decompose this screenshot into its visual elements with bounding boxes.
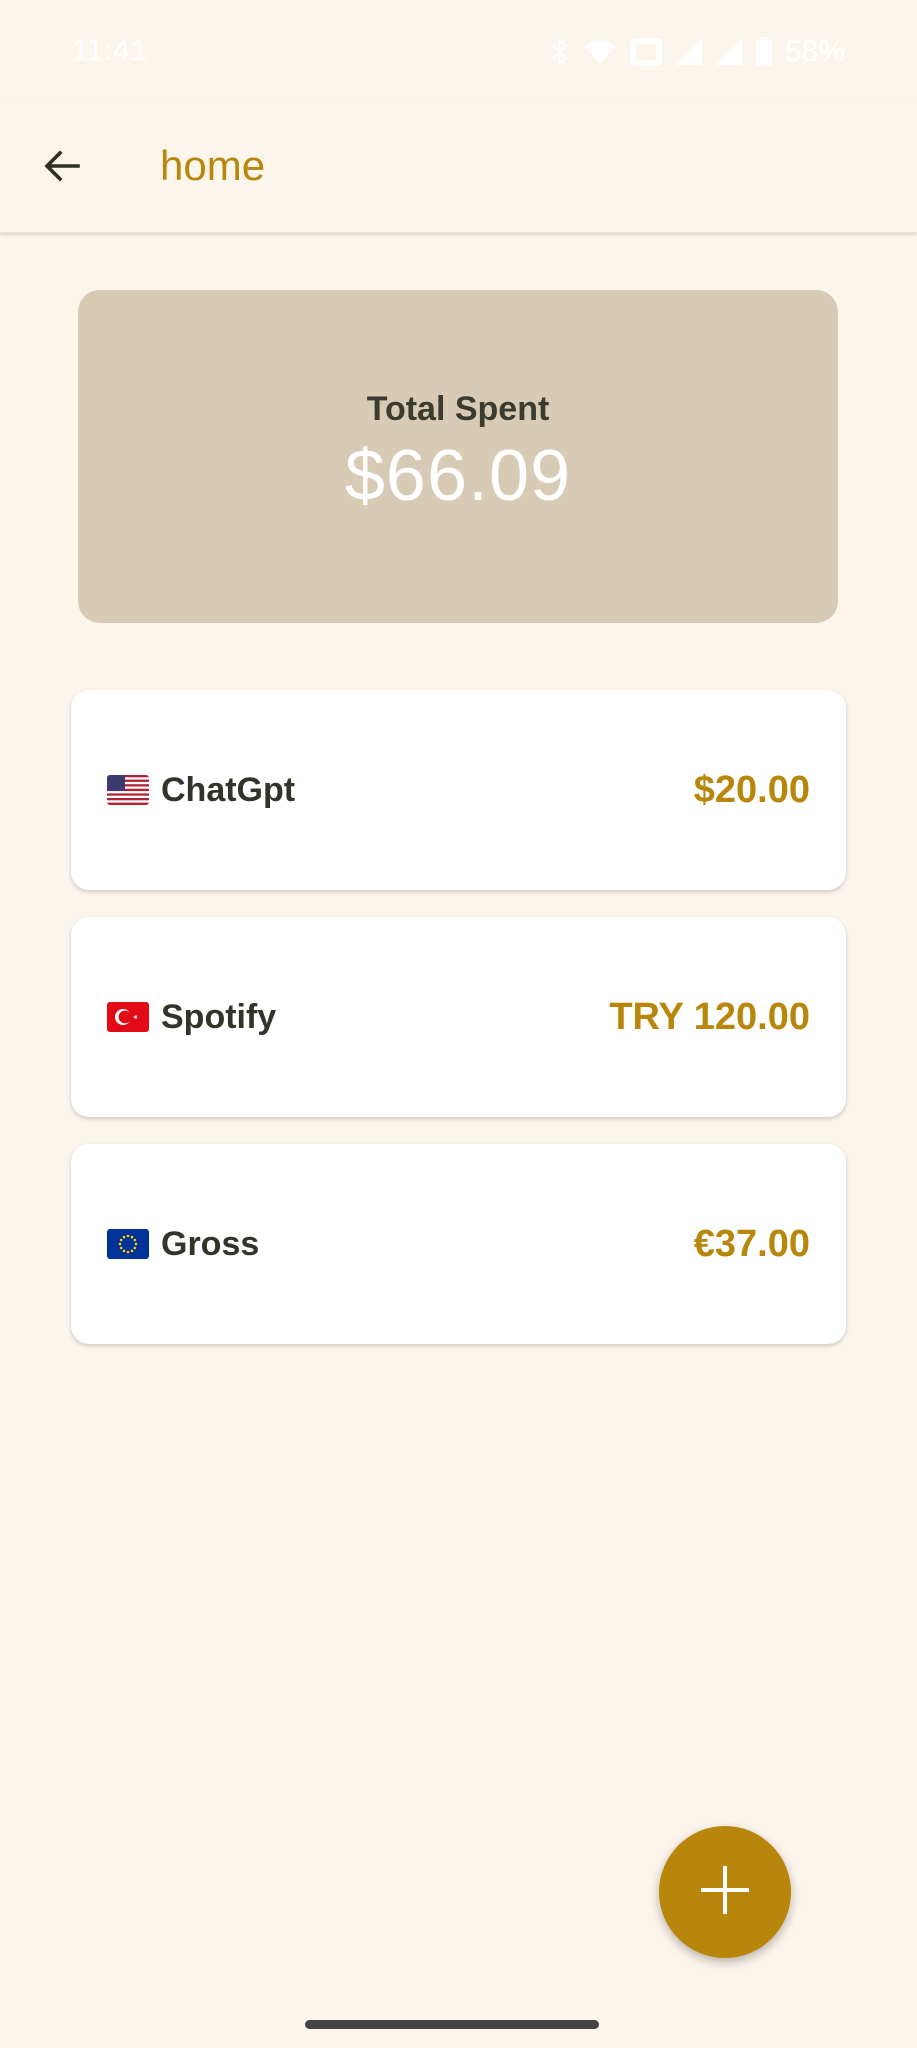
subscription-item-gross[interactable]: Gross €37.00	[71, 1144, 846, 1344]
subscription-left: Gross	[107, 1144, 259, 1344]
tr-flag-icon	[107, 1002, 149, 1032]
app-bar: home	[0, 104, 917, 233]
gesture-nav-handle[interactable]	[305, 2020, 599, 2029]
eu-flag-icon	[107, 1229, 149, 1259]
battery-percent: 58%	[784, 35, 845, 68]
add-subscription-button[interactable]	[659, 1826, 791, 1958]
nfc-icon	[629, 37, 663, 67]
plus-icon	[697, 1862, 753, 1923]
status-time: 11:41	[72, 34, 148, 67]
subscription-amount: €37.00	[693, 1222, 810, 1265]
subscription-amount: TRY 120.00	[609, 995, 810, 1038]
subscription-item-spotify[interactable]: Spotify TRY 120.00	[71, 917, 846, 1117]
subscription-amount: $20.00	[693, 768, 810, 811]
bluetooth-icon	[549, 37, 571, 67]
total-spent-card: Total Spent $66.09	[78, 290, 838, 623]
total-spent-label: Total Spent	[366, 390, 550, 428]
us-flag-icon	[107, 775, 149, 805]
subscription-list: ChatGpt $20.00 Spotify TRY 120.00 Gross …	[71, 690, 846, 1371]
subscription-name: Gross	[161, 1224, 260, 1263]
status-bar: 11:41 58%	[0, 0, 917, 104]
arrow-left-icon	[42, 146, 82, 191]
back-button[interactable]	[28, 134, 96, 202]
signal-icon	[715, 38, 743, 66]
total-spent-value: $66.09	[344, 436, 572, 516]
signal-icon	[675, 38, 703, 66]
subscription-name: ChatGpt	[161, 770, 296, 809]
subscription-name: Spotify	[161, 997, 277, 1036]
wifi-icon	[583, 38, 617, 66]
status-icons: 58%	[549, 30, 845, 74]
battery-icon	[755, 37, 773, 67]
subscription-left: Spotify	[107, 917, 276, 1117]
subscription-item-chatgpt[interactable]: ChatGpt $20.00	[71, 690, 846, 890]
page-title: home	[160, 142, 266, 189]
subscription-left: ChatGpt	[107, 690, 295, 890]
